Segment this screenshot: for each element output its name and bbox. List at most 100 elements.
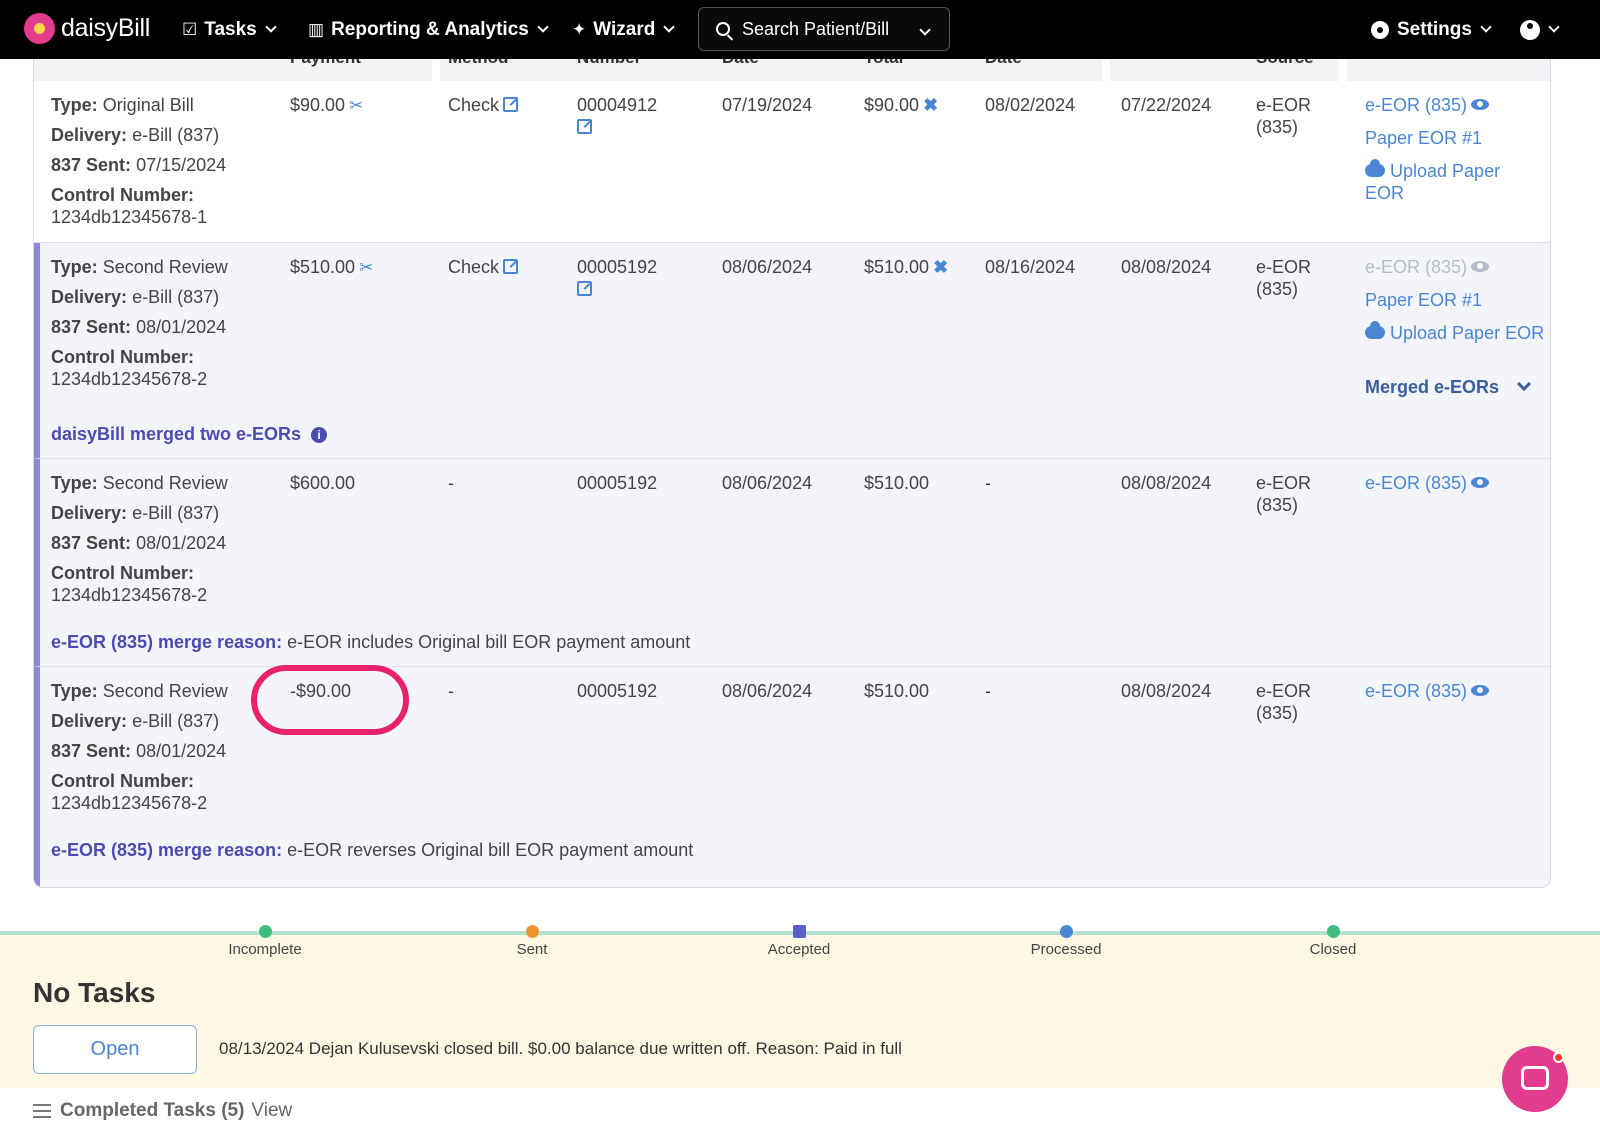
merge-reason-label: e-EOR (835) merge reason: — [51, 840, 283, 860]
nav-wizard-menu[interactable]: ✦ Wizard — [572, 0, 676, 59]
step-label: Accepted — [767, 941, 831, 958]
bill-type: Original Bill — [102, 95, 194, 115]
search-patient-bill-input[interactable]: Search Patient/Bill — [698, 7, 950, 51]
header-due-date: Date — [985, 59, 1022, 68]
bill-info: Type: Original Bill Delivery: e-Bill (83… — [51, 94, 226, 236]
paper-eor-link[interactable]: Paper EOR #1 — [1365, 290, 1482, 310]
edit-icon[interactable] — [503, 97, 519, 112]
nav-settings-menu[interactable]: Settings — [1371, 0, 1492, 59]
number-cell: 00004912 — [577, 94, 657, 138]
e-eor-link[interactable]: e-EOR (835) — [1365, 681, 1467, 701]
merged-eors-toggle[interactable]: Merged e-EORs — [1365, 376, 1545, 398]
edit-icon[interactable] — [577, 119, 592, 134]
chat-bubble-icon — [1521, 1066, 1549, 1090]
step-label: Incomplete — [228, 941, 302, 958]
search-icon — [716, 22, 730, 36]
completed-tasks-label: Completed Tasks (5) — [60, 1100, 245, 1121]
control-number-label: Control Number: — [51, 347, 194, 367]
eor-links: e-EOR (835) — [1365, 472, 1490, 494]
bar-chart-icon: ▥ — [308, 19, 325, 39]
type-label: Type: — [51, 95, 98, 115]
control-number: 1234db12345678-1 — [51, 207, 208, 227]
close-icon[interactable]: ✖ — [933, 257, 948, 277]
check-number: 00005192 — [577, 681, 658, 701]
list-icon — [33, 1104, 51, 1118]
delivery-value: e-Bill (837) — [132, 125, 220, 145]
bill-type: Second Review — [102, 681, 228, 701]
sent-date: 08/01/2024 — [136, 317, 227, 337]
cloud-upload-icon — [1365, 321, 1385, 339]
nav-reporting-menu[interactable]: ▥ Reporting & Analytics — [308, 0, 549, 59]
merged-note-text: daisyBill merged two e-EORs — [51, 424, 302, 444]
total-amount: $90.00 — [864, 95, 920, 115]
delivery-label: Delivery: — [51, 287, 128, 307]
type-label: Type: — [51, 473, 98, 493]
control-number: 1234db12345678-2 — [51, 369, 208, 389]
eor-links: e-EOR (835) — [1365, 680, 1490, 702]
status-step-incomplete: Incomplete — [205, 925, 325, 958]
eye-icon[interactable] — [1471, 99, 1490, 110]
merged-eors-label: Merged e-EORs — [1365, 377, 1500, 397]
close-icon[interactable]: ✖ — [923, 95, 938, 115]
nav-reporting-label: Reporting & Analytics — [331, 18, 529, 40]
chevron-down-icon[interactable] — [919, 24, 931, 36]
checkbox-icon — [792, 925, 806, 938]
received-date: 07/22/2024 — [1121, 95, 1212, 115]
step-label: Sent — [516, 941, 548, 958]
scissors-icon[interactable]: ✂ — [349, 96, 363, 115]
clipboard-icon: ☑ — [182, 19, 198, 39]
upload-paper-eor-link[interactable]: Upload Paper EOR — [1390, 323, 1544, 343]
view-completed-link[interactable]: View — [251, 1100, 292, 1122]
bill-closed-note: 08/13/2024 Dejan Kulusevski closed bill.… — [219, 1039, 902, 1058]
status-step-closed: Closed — [1273, 925, 1393, 958]
type-label: Type: — [51, 681, 98, 701]
top-navbar: daisyBill ☑ Tasks ▥ Reporting & Analytic… — [0, 0, 1600, 59]
e-eor-link[interactable]: e-EOR (835) — [1365, 473, 1467, 493]
check-number: 00004912 — [577, 95, 658, 115]
type-label: Type: — [51, 257, 98, 277]
sent-label: 837 Sent: — [51, 155, 132, 175]
nav-tasks-menu[interactable]: ☑ Tasks — [182, 0, 277, 59]
chevron-down-icon — [537, 21, 549, 33]
bill-info: Type: Second Review Delivery: e-Bill (83… — [51, 472, 228, 614]
table-row-merged: Type: Second Review Delivery: e-Bill (83… — [34, 243, 1550, 459]
upload-paper-eor-link[interactable]: Upload Paper EOR — [1365, 161, 1500, 203]
source-value: e-EOR (835) — [1256, 473, 1312, 515]
merge-reason-label: e-EOR (835) merge reason: — [51, 632, 283, 652]
chevron-down-icon — [1480, 21, 1492, 33]
payment-method: - — [448, 681, 454, 701]
header-number: Number — [577, 59, 641, 68]
edit-icon[interactable] — [577, 281, 592, 296]
no-tasks-heading: No Tasks — [33, 977, 156, 1008]
notification-badge — [1553, 1052, 1564, 1063]
user-account-menu[interactable] — [1520, 0, 1560, 59]
paper-eor-link[interactable]: Paper EOR #1 — [1365, 128, 1482, 148]
daisybill-logo[interactable]: daisyBill — [24, 13, 150, 44]
payment-method: Check — [448, 95, 500, 115]
payment-cell: $90.00 ✂ — [290, 94, 363, 117]
payment-method: - — [448, 473, 454, 493]
e-eor-link[interactable]: e-EOR (835) — [1365, 95, 1467, 115]
sent-label: 837 Sent: — [51, 741, 132, 761]
merged-note: daisyBill merged two e-EORs i — [51, 423, 328, 445]
chevron-down-icon — [1548, 21, 1560, 33]
eye-icon[interactable] — [1471, 685, 1490, 696]
open-bill-button[interactable]: Open — [33, 1025, 197, 1074]
header-method: Method — [448, 59, 508, 68]
eye-icon[interactable] — [1471, 477, 1490, 488]
arrow-circle-icon — [525, 925, 539, 938]
scissors-icon[interactable]: ✂ — [359, 258, 373, 277]
info-icon[interactable]: i — [311, 427, 328, 443]
payment-date: 08/06/2024 — [722, 681, 813, 701]
chat-support-button[interactable] — [1502, 1046, 1568, 1112]
sent-date: 08/01/2024 — [136, 533, 227, 553]
edit-icon[interactable] — [503, 259, 519, 274]
merge-reason-text: e-EOR reverses Original bill EOR payment… — [287, 840, 694, 860]
check-number: 00005192 — [577, 473, 658, 493]
method-cell: Check — [448, 256, 519, 278]
sent-date: 07/15/2024 — [136, 155, 227, 175]
payment-method: Check — [448, 257, 500, 277]
chevron-down-icon — [265, 21, 277, 33]
header-payment: Payment — [290, 59, 361, 68]
payment-amount: $510.00 — [290, 257, 356, 277]
